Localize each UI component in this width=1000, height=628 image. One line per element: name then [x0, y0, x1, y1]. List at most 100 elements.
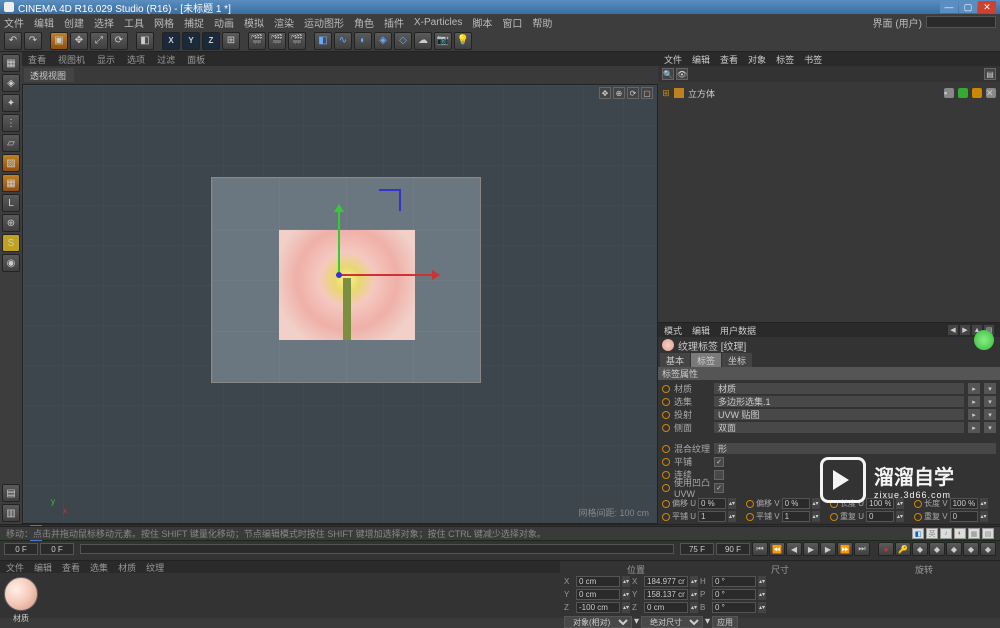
material-item[interactable]: 材质 — [4, 577, 38, 624]
apply-button[interactable]: 应用 — [712, 616, 738, 628]
undo-button[interactable]: ↶ — [4, 32, 22, 50]
attr-row[interactable]: 材质材质▸▾ — [662, 382, 996, 395]
prev-frame[interactable]: ◀ — [786, 542, 802, 556]
redo-button[interactable]: ↷ — [24, 32, 42, 50]
tab[interactable]: 查看 — [62, 561, 80, 573]
tray-icon[interactable]: 英 — [926, 528, 938, 539]
tab[interactable]: 书签 — [804, 53, 822, 66]
tab[interactable]: 查看 — [28, 53, 46, 66]
attr-cell[interactable]: 偏移 V▴▾ — [746, 498, 828, 509]
search-icon[interactable]: 🔍 — [662, 68, 674, 80]
tab[interactable]: 对象 — [748, 53, 766, 66]
menu-item[interactable]: 模拟 — [244, 15, 264, 30]
key-rot[interactable]: ◆ — [946, 542, 962, 556]
goto-end[interactable]: ⏭ — [854, 542, 870, 556]
deformer-tool[interactable]: ◇ — [394, 32, 412, 50]
material-preview[interactable] — [4, 577, 38, 611]
next-frame[interactable]: ▶ — [820, 542, 836, 556]
menu-item[interactable]: 动画 — [214, 15, 234, 30]
attr-cell[interactable]: 平铺 V▴▾ — [746, 511, 828, 522]
attr-edit[interactable]: 编辑 — [692, 324, 710, 337]
attr-cell[interactable]: 重复 V▴▾ — [914, 511, 996, 522]
attr-row[interactable]: 投射UVW 贴图▸▾ — [662, 408, 996, 421]
z-axis-lock[interactable]: Z — [202, 32, 220, 50]
minimize-button[interactable]: — — [940, 1, 958, 13]
select-tool[interactable]: ▣ — [50, 32, 68, 50]
menu-item[interactable]: 渲染 — [274, 15, 294, 30]
vp-nav-icon[interactable]: ✥ — [599, 87, 611, 99]
coord-row[interactable]: X▴▾X▴▾H▴▾ — [564, 575, 996, 588]
object-row[interactable]: ⊞ 立方体 ▪ ✕ — [662, 86, 996, 100]
render-settings[interactable]: 🎬 — [288, 32, 306, 50]
menu-item[interactable]: 插件 — [384, 15, 404, 30]
autokey-button[interactable]: 🔑 — [895, 542, 911, 556]
edge-mode[interactable]: ▱ — [2, 134, 20, 152]
size-mode[interactable]: 绝对尺寸 — [641, 616, 703, 628]
tab[interactable]: 显示 — [97, 53, 115, 66]
attr-cell[interactable]: 平铺 U▴▾ — [662, 511, 744, 522]
point-mode[interactable]: ⋮ — [2, 114, 20, 132]
snap-tool[interactable]: S — [2, 234, 20, 252]
rotate-tool[interactable]: ⟳ — [110, 32, 128, 50]
coord-system[interactable]: ⊞ — [222, 32, 240, 50]
spline-tool[interactable]: ∿ — [334, 32, 352, 50]
help-bubble[interactable] — [974, 330, 994, 350]
tab[interactable]: 编辑 — [692, 53, 710, 66]
tray-icon[interactable]: ▤ — [982, 528, 994, 539]
goto-start[interactable]: ⏮ — [752, 542, 768, 556]
menu-item[interactable]: 角色 — [354, 15, 374, 30]
visibility-tag[interactable]: ▪ — [944, 88, 954, 98]
key-pos[interactable]: ◆ — [912, 542, 928, 556]
view-icon[interactable]: 👁 — [676, 68, 688, 80]
object-tree[interactable]: ⊞ 立方体 ▪ ✕ — [658, 82, 1000, 322]
light-tool[interactable]: 💡 — [454, 32, 472, 50]
render-region[interactable]: 🎬 — [268, 32, 286, 50]
attr-row[interactable]: 使用凹凸 UVW✓ — [662, 481, 996, 494]
textured-plane[interactable] — [279, 230, 415, 340]
tab[interactable]: 纹理 — [146, 561, 164, 573]
maximize-button[interactable]: ▢ — [959, 1, 977, 13]
attr-mode[interactable]: 模式 — [664, 324, 682, 337]
tab[interactable]: 编辑 — [34, 561, 52, 573]
tab[interactable]: 视图机 — [58, 53, 85, 66]
attr-subtab[interactable]: 基本 — [660, 353, 690, 367]
menu-item[interactable]: 编辑 — [34, 15, 54, 30]
texture-mode[interactable]: ▦ — [2, 174, 20, 192]
prev-key[interactable]: ⏪ — [769, 542, 785, 556]
tab[interactable]: 面板 — [187, 53, 205, 66]
key-param[interactable]: ◆ — [963, 542, 979, 556]
menu-item[interactable]: 运动图形 — [304, 15, 344, 30]
layout-search[interactable] — [926, 16, 996, 28]
tray-icon[interactable]: ◐ — [954, 528, 966, 539]
key-pla[interactable]: ◆ — [980, 542, 996, 556]
model-mode[interactable]: ▦ — [2, 54, 20, 72]
menu-item[interactable]: 脚本 — [472, 15, 492, 30]
y-axis-lock[interactable]: Y — [182, 32, 200, 50]
viewport-solo[interactable]: ▤ — [2, 484, 20, 502]
menu-item[interactable]: 创建 — [64, 15, 84, 30]
x-axis-lock[interactable]: X — [162, 32, 180, 50]
menu-item[interactable]: 网格 — [154, 15, 174, 30]
modeling-tool[interactable]: ◈ — [374, 32, 392, 50]
next-key[interactable]: ⏩ — [837, 542, 853, 556]
coord-mode[interactable]: 对象(相对) — [564, 616, 632, 628]
menu-item[interactable]: 帮助 — [532, 15, 552, 30]
attr-row[interactable]: 平铺✓ — [662, 455, 996, 468]
tab[interactable]: 选集 — [90, 561, 108, 573]
texture-tag[interactable] — [972, 88, 982, 98]
snap-settings[interactable]: ◉ — [2, 254, 20, 272]
menu-item[interactable]: X-Particles — [414, 17, 462, 28]
tab[interactable]: 选项 — [127, 53, 145, 66]
attr-subtab[interactable]: 坐标 — [722, 353, 752, 367]
close-button[interactable]: ✕ — [978, 1, 996, 13]
gizmo-plane[interactable] — [379, 189, 401, 211]
environment[interactable]: ☁ — [414, 32, 432, 50]
tab[interactable]: 材质 — [118, 561, 136, 573]
attr-back[interactable]: ◀ — [948, 325, 958, 335]
render-view[interactable]: 🎬 — [248, 32, 266, 50]
attr-row[interactable]: 选集多边形选集.1▸▾ — [662, 395, 996, 408]
record-button[interactable]: ● — [878, 542, 894, 556]
attr-cell[interactable]: 重复 U▴▾ — [830, 511, 912, 522]
viewport-solo2[interactable]: ▥ — [2, 504, 20, 522]
viewport[interactable]: ✥ ⊕ ⟳ ▢ yx 网格间距: 100 cm — [22, 84, 658, 524]
